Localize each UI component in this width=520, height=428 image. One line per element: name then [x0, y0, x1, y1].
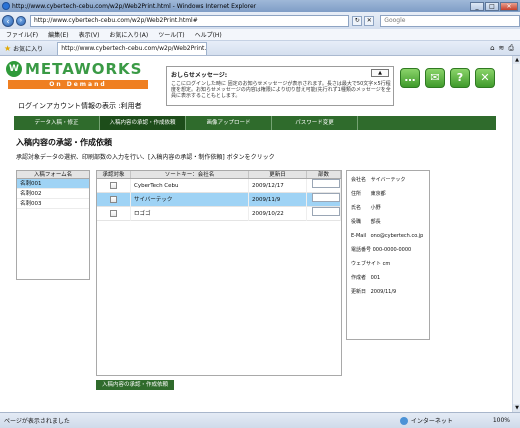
menu-tools[interactable]: ツール(T) [158, 30, 184, 39]
nav-password-change[interactable]: パスワード変更 [272, 116, 358, 130]
address-bar: ‹ › http://www.cybertech-cebu.com/w2p/We… [0, 12, 520, 29]
menu-bar: ファイル(F) 編集(E) 表示(V) お気に入り(A) ツール(T) ヘルプ(… [0, 29, 520, 41]
mail-icon[interactable]: ✉ [425, 68, 445, 88]
maximize-button[interactable]: □ [485, 1, 499, 11]
copies-input[interactable] [312, 178, 340, 188]
logo-mark-icon: W [6, 61, 22, 77]
forward-icon[interactable]: › [15, 15, 26, 26]
site-header: W METAWORKS On Demand ログインアカウント情報の表示 :利用… [0, 56, 512, 114]
favorites-button[interactable]: ★ お気に入り [4, 44, 43, 53]
globe-icon [399, 416, 408, 425]
feed-icon[interactable]: ≋ [499, 44, 505, 53]
info-row: ウェブサイト cm [351, 261, 391, 267]
info-row: 氏名 小野 [351, 205, 381, 211]
approve-checkbox[interactable] [110, 196, 117, 203]
menu-help[interactable]: ヘルプ(H) [195, 30, 222, 39]
favorites-bar: ★ お気に入り http://www.cybertech-cebu.com/w2… [0, 41, 520, 56]
star-icon: ★ [4, 43, 12, 53]
address-input[interactable]: http://www.cybertech-cebu.com/w2p/Web2Pr… [29, 14, 350, 27]
date-cell: 2009/11/9 [249, 192, 307, 207]
col-company[interactable]: ソートキー：会社名 [131, 171, 249, 178]
ie-icon [2, 2, 10, 10]
metaworks-logo: W METAWORKS On Demand [6, 60, 156, 94]
list-item[interactable]: 名刺001 [17, 179, 89, 189]
message-title: おしらせメッセージ: [171, 72, 228, 79]
stop-icon[interactable]: ✕ [364, 15, 375, 26]
window-titlebar: http://www.cybertech-cebu.com/w2p/Web2Pr… [0, 0, 520, 12]
info-row: 更新日 2009/11/9 [351, 289, 397, 295]
status-bar: ページが表示されました インターネット 100% [0, 412, 520, 428]
approve-checkbox[interactable] [110, 182, 117, 189]
info-row: 住所 東京都 [351, 191, 386, 197]
vertical-scrollbar[interactable]: ▲ ▼ [512, 56, 520, 412]
zone-label: インターネット [410, 418, 453, 425]
table-row[interactable]: サイバーテック 2009/11/9 [97, 192, 341, 207]
refresh-icon[interactable]: ↻ [352, 15, 363, 26]
scroll-down-icon[interactable]: ▼ [513, 404, 520, 412]
login-account-label: ログインアカウント情報の表示 :利用者 [18, 102, 142, 110]
table-row[interactable]: ロゴゴ 2009/10/22 [97, 206, 341, 221]
menu-edit[interactable]: 編集(E) [48, 30, 68, 39]
info-row: E-Mail ono@cybertech.co.jp [351, 233, 424, 239]
date-cell: 2009/12/17 [249, 178, 307, 193]
main-nav: データ入稿・修正 入稿内容の承認・作成依頼 画像アップロード パスワード変更 [14, 116, 496, 130]
company-cell: サイバーテック [131, 192, 249, 207]
brand-tagline: On Demand [8, 80, 148, 89]
nav-data-entry[interactable]: データ入稿・修正 [14, 116, 100, 130]
status-text: ページが表示されました [4, 418, 70, 425]
approval-table: 承認対象 ソートキー：会社名 更新日 部数 CyberTech Cebu 200… [96, 170, 342, 376]
home-icon[interactable]: ⌂ [490, 44, 494, 53]
print-icon[interactable]: ⎙ [508, 44, 514, 53]
favorites-label: お気に入り [13, 45, 44, 53]
approve-checkbox[interactable] [110, 210, 117, 217]
window-title: http://www.cybertech-cebu.com/w2p/Web2Pr… [12, 2, 257, 10]
scroll-up-icon[interactable]: ▲ [513, 56, 520, 64]
form-list: 入稿フォーム名 名刺001 名刺002 名刺003 [16, 170, 90, 280]
company-cell: ロゴゴ [131, 206, 249, 221]
col-date: 更新日 [249, 171, 307, 178]
copies-input[interactable] [312, 206, 340, 216]
instruction-text: 承認対象データの選択、印刷部数の入力を行い、[入稿内容の承認・制作依頼] ボタン… [16, 154, 275, 161]
page-title: 入稿内容の承認・作成依頼 [16, 138, 112, 147]
date-cell: 2009/10/22 [249, 206, 307, 221]
approve-submit-button[interactable]: 入稿内容の承認・作成依頼 [96, 380, 174, 390]
nav-image-upload[interactable]: 画像アップロード [186, 116, 272, 130]
message-body: ここにログインした時に 固定のお知らせメッセージが表示されます。長さは最大で50… [171, 81, 391, 99]
copies-input[interactable] [312, 192, 340, 202]
company-cell: CyberTech Cebu [131, 178, 249, 193]
page-content: W METAWORKS On Demand ログインアカウント情報の表示 :利用… [0, 56, 512, 412]
list-item[interactable]: 名刺002 [17, 189, 89, 199]
info-row: 電話番号 000-0000-0000 [351, 247, 412, 253]
form-list-header: 入稿フォーム名 [17, 171, 89, 179]
minimize-button[interactable]: _ [470, 1, 484, 11]
info-row: 役職 部長 [351, 219, 381, 225]
brand-name: METAWORKS [25, 60, 143, 78]
search-input[interactable]: Google [380, 14, 520, 27]
info-row: 作成者 001 [351, 275, 381, 281]
list-item[interactable]: 名刺003 [17, 199, 89, 209]
menu-view[interactable]: 表示(V) [79, 30, 100, 39]
menu-file[interactable]: ファイル(F) [6, 30, 38, 39]
back-icon[interactable]: ‹ [2, 14, 14, 27]
close-window-button[interactable]: ✕ [500, 1, 518, 11]
zoom-level[interactable]: 100% [493, 417, 510, 424]
close-icon[interactable]: ✕ [475, 68, 495, 88]
menu-favorites[interactable]: お気に入り(A) [109, 30, 148, 39]
browser-tab[interactable]: http://www.cybertech-cebu.com/w2p/Web2Pr… [57, 41, 208, 55]
info-row: 会社名 サイバーテック [351, 177, 406, 183]
col-copies: 部数 [307, 171, 341, 178]
security-zone: インターネット [399, 416, 453, 425]
message-collapse-button[interactable]: ▲ [371, 69, 389, 77]
table-row[interactable]: CyberTech Cebu 2009/12/17 [97, 178, 341, 193]
detail-panel: 会社名 サイバーテック 住所 東京都 氏名 小野 役職 部長 E-Mail on… [346, 170, 430, 340]
nav-approval[interactable]: 入稿内容の承認・作成依頼 [100, 116, 186, 130]
help-icon[interactable]: ? [450, 68, 470, 88]
col-approve: 承認対象 [97, 171, 131, 178]
chat-icon[interactable]: … [400, 68, 420, 88]
message-box: おしらせメッセージ: ▲ ここにログインした時に 固定のお知らせメッセージが表示… [166, 66, 394, 106]
